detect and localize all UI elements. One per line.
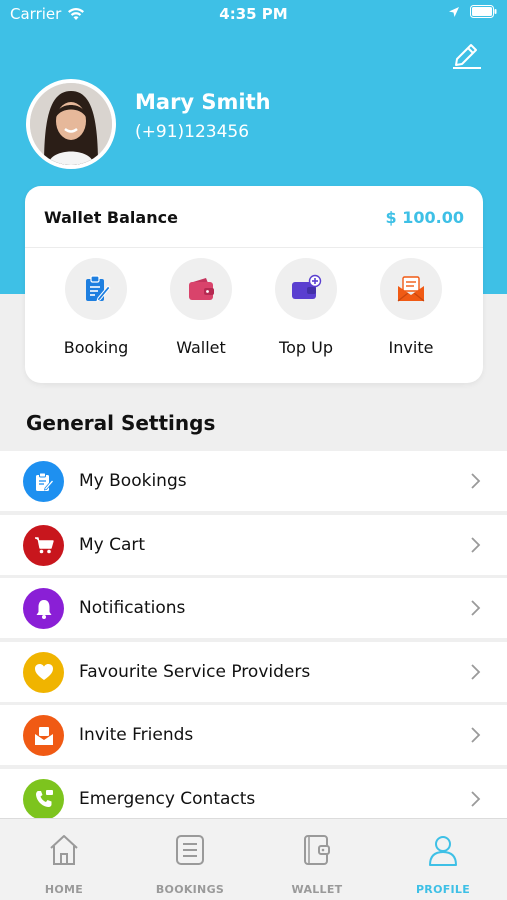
list-icon xyxy=(176,835,204,865)
bell-icon xyxy=(36,599,51,619)
setting-my-cart[interactable]: My Cart xyxy=(0,514,507,575)
tab-profile[interactable]: PROFILE xyxy=(380,819,506,900)
invite-action-button[interactable]: Invite xyxy=(361,258,461,373)
envelope-icon xyxy=(34,726,53,745)
tab-label: WALLET xyxy=(291,883,343,896)
wallet-icon xyxy=(189,278,214,300)
avatar[interactable] xyxy=(26,79,116,169)
setting-my-bookings[interactable]: My Bookings xyxy=(0,451,507,511)
setting-icon-circle xyxy=(23,651,64,693)
setting-notifications[interactable]: Notifications xyxy=(0,578,507,639)
booking-action-label: Booking xyxy=(63,338,129,357)
tab-label: HOME xyxy=(44,883,84,896)
setting-icon-circle xyxy=(23,778,64,820)
setting-label: Notifications xyxy=(79,598,186,619)
wallet-action-button[interactable]: Wallet xyxy=(151,258,251,373)
clipboard-icon xyxy=(35,472,54,491)
setting-icon-circle xyxy=(23,461,64,502)
person-icon xyxy=(429,836,457,866)
chevron-right-icon xyxy=(471,536,481,553)
wallet-icon xyxy=(304,835,330,865)
invite-action-label: Invite xyxy=(388,338,434,357)
setting-icon-circle xyxy=(23,715,64,757)
general-settings-title: General Settings xyxy=(26,411,216,435)
chevron-right-icon xyxy=(471,791,481,807)
setting-label: Favourite Service Providers xyxy=(79,661,311,682)
wallet-actions: Booking Wallet Top Up Invite xyxy=(25,248,483,383)
top-up-action-label: Top Up xyxy=(279,338,333,357)
top-up-action-button[interactable]: Top Up xyxy=(256,258,356,373)
wallet-action-circle xyxy=(170,258,232,320)
wallet-balance-row: Wallet Balance $ 100.00 xyxy=(25,186,483,248)
chevron-right-icon xyxy=(471,727,481,744)
wallet-balance-amount: $ 100.00 xyxy=(385,208,464,227)
envelope-icon xyxy=(397,276,425,302)
tab-bookings[interactable]: BOOKINGS xyxy=(127,819,253,900)
tab-label: PROFILE xyxy=(415,883,471,896)
invite-action-circle xyxy=(380,258,442,320)
booking-action-button[interactable]: Booking xyxy=(46,258,146,373)
phone-icon xyxy=(35,790,53,808)
settings-list: My Bookings My Cart Notifications Favour… xyxy=(0,451,507,833)
wallet-action-label: Wallet xyxy=(176,338,226,357)
wallet-card: Wallet Balance $ 100.00 Booking Wallet T… xyxy=(25,186,483,383)
setting-favourite-service-providers[interactable]: Favourite Service Providers xyxy=(0,641,507,702)
wallet-balance-label: Wallet Balance xyxy=(44,208,178,227)
clipboard-icon xyxy=(86,275,111,302)
status-bar: Carrier 4:35 PM xyxy=(0,0,507,28)
avatar-image xyxy=(30,83,112,165)
booking-action-circle xyxy=(65,258,127,320)
setting-label: My Bookings xyxy=(79,471,187,491)
status-right xyxy=(448,5,497,18)
battery-icon xyxy=(470,5,497,18)
location-arrow-icon xyxy=(449,6,459,17)
top-up-action-circle xyxy=(275,258,337,320)
user-phone: (+91)123456 xyxy=(135,122,250,142)
pencil-icon xyxy=(453,44,481,69)
tab-label: BOOKINGS xyxy=(155,883,225,896)
status-time: 4:35 PM xyxy=(219,5,288,23)
tab-home[interactable]: HOME xyxy=(1,819,127,900)
setting-invite-friends[interactable]: Invite Friends xyxy=(0,705,507,766)
user-name: Mary Smith xyxy=(135,90,271,114)
home-icon xyxy=(50,835,78,865)
chevron-right-icon xyxy=(471,664,481,680)
setting-icon-circle xyxy=(23,588,64,630)
setting-label: Emergency Contacts xyxy=(79,788,256,809)
heart-icon xyxy=(34,664,53,681)
setting-label: My Cart xyxy=(79,534,146,555)
cart-icon xyxy=(34,537,54,554)
tab-wallet[interactable]: WALLET xyxy=(254,819,380,900)
chevron-right-icon xyxy=(471,600,481,616)
setting-icon-circle xyxy=(23,524,64,566)
edit-profile-button[interactable] xyxy=(451,38,483,70)
setting-label: Invite Friends xyxy=(79,725,194,746)
card-add-icon xyxy=(292,274,322,299)
chevron-right-icon xyxy=(471,473,481,489)
tab-bar: HOME BOOKINGS WALLET PROFILE xyxy=(0,818,507,900)
